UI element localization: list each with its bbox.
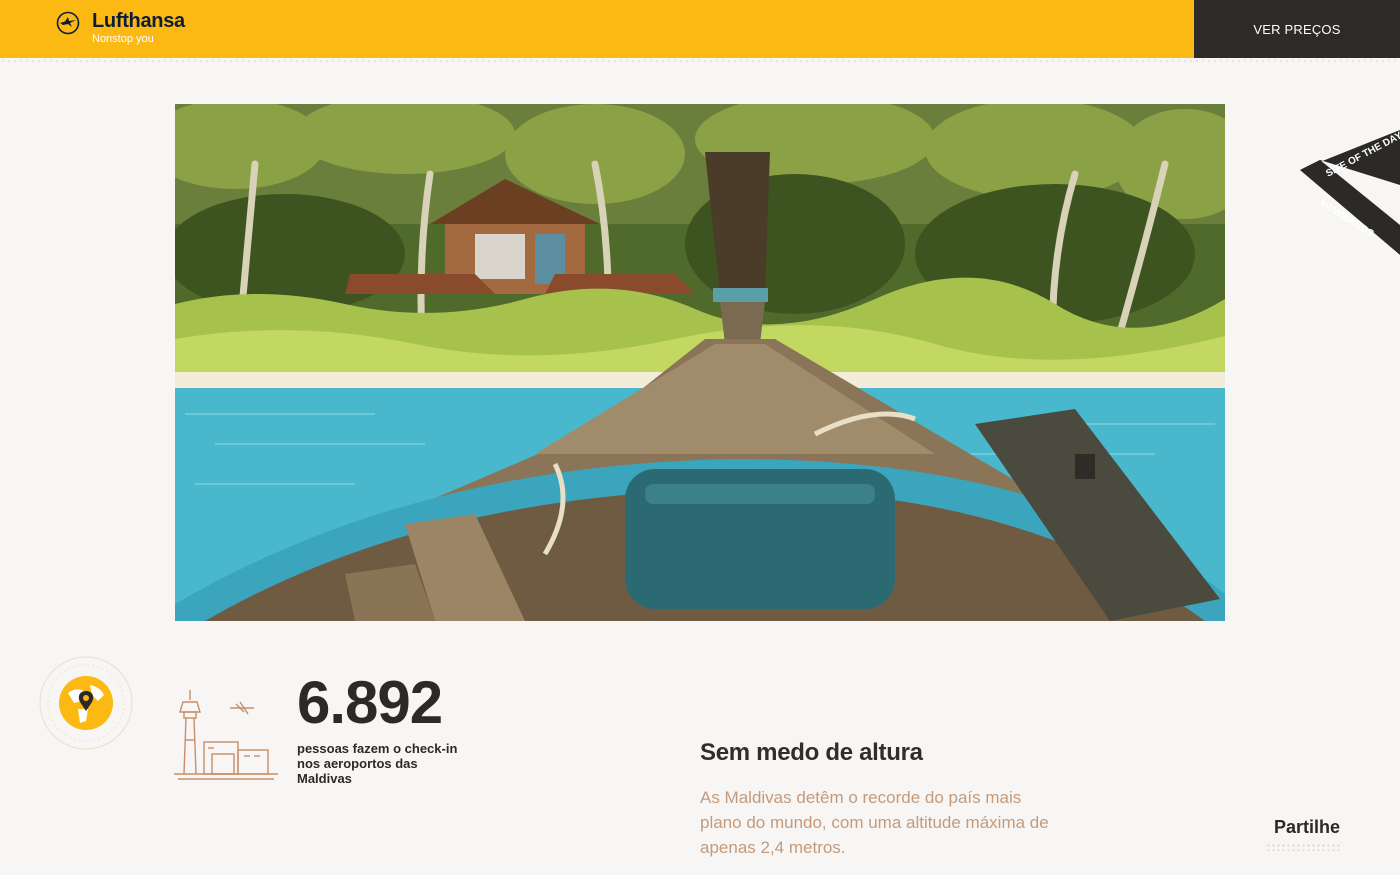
awwwards-badge[interactable]: SITE OF THE DAY AWWWARDS <box>1300 130 1400 260</box>
globe-pin-icon[interactable] <box>38 655 134 751</box>
fact-text: As Maldivas detêm o recorde do país mais… <box>700 788 1049 857</box>
hero-image <box>175 104 1225 621</box>
checkin-caption: pessoas fazem o check-in nos aeroportos … <box>297 741 458 786</box>
brand-name: Lufthansa <box>92 10 185 32</box>
share-button[interactable]: Partilhe <box>1274 817 1340 838</box>
checkin-count: 6.892 <box>297 669 443 736</box>
airport-tower-icon <box>174 690 278 782</box>
crane-logo-icon <box>56 11 80 35</box>
fact-title: Sem medo de altura <box>700 739 923 766</box>
top-bar: Lufthansa Nonstop you VER PREÇOS <box>0 0 1400 58</box>
header-divider <box>0 58 1400 66</box>
see-prices-button[interactable]: VER PREÇOS <box>1194 0 1400 58</box>
brand-tagline: Nonstop you <box>92 33 154 45</box>
lufthansa-logo[interactable]: Lufthansa Nonstop you <box>56 9 185 45</box>
share-underline <box>1266 843 1342 851</box>
